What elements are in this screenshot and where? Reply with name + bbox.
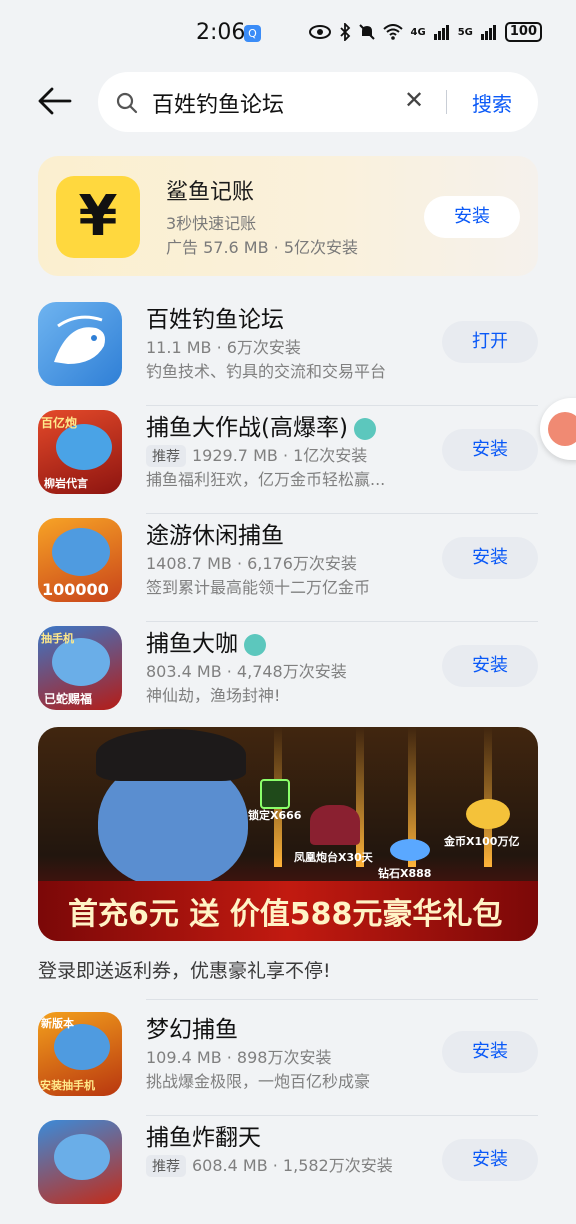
app-description: 神仙劫，渔场封神! [146,686,281,705]
icon-caption: 安装抽手机 [40,1079,95,1092]
app-name: 捕鱼炸翻天 [146,1125,261,1151]
install-button[interactable]: 安装 [442,645,538,687]
yen-glyph: ¥ [78,184,118,249]
app-description: 挑战爆金极限，一炮百亿秒成豪 [146,1072,371,1091]
app-meta-text: 1929.7 MB · 1亿次安装 [192,446,368,465]
app-meta: 109.4 MB · 898万次安装 [146,1048,332,1067]
app-meta: 11.1 MB · 6万次安装 [146,338,301,357]
banner-caption: 登录即送返利券，优惠豪礼享不停! [38,960,331,982]
mute-icon [358,24,375,40]
cannon-icon [310,805,360,845]
ad-app-name: 鲨鱼记账 [166,180,255,205]
app-name: 捕鱼大作战(高爆率) [146,408,376,442]
reward-label: 钻石X888 [378,867,432,880]
eye-icon [308,25,331,39]
ad-card[interactable]: ¥ 鲨鱼记账 3秒快速记账 广告 57.6 MB · 5亿次安装 安装 [38,156,538,276]
bluetooth-icon [339,23,350,41]
app-description: 签到累计最高能领十二万亿金币 [146,578,371,597]
fish-game-icon: 100000 [38,518,122,602]
diamond-icon [390,839,430,861]
clock: 2:06 [196,20,246,45]
back-button[interactable] [36,86,76,118]
reward-label: 凤凰炮台X30天 [294,851,373,864]
network-4g-label: 4G [410,26,426,38]
shark-graphic [52,528,110,576]
clear-icon[interactable]: ✕ [404,86,424,114]
icon-caption: 百亿炮 [41,416,78,430]
reward-label: 金币X100万亿 [444,835,520,848]
promo-text: 首充6元 送 价值588元豪华礼包 [68,897,503,932]
open-button[interactable]: 打开 [442,321,538,363]
list-item[interactable]: 百姓钓鱼论坛 11.1 MB · 6万次安装 钓鱼技术、钓具的交流和交易平台 打… [38,298,538,406]
install-button[interactable]: 安装 [442,1139,538,1181]
icon-caption: 新版本 [41,1017,74,1030]
app-name: 途游休闲捕鱼 [146,523,284,549]
install-button[interactable]: 安装 [442,429,538,471]
target-icon [260,779,290,809]
icon-caption: 柳岩代言 [44,477,88,490]
signal-icon [433,25,449,40]
app-name: 百姓钓鱼论坛 [146,307,284,333]
assistant-icon [548,412,576,446]
coins-icon [466,799,510,829]
fish-game-icon: 抽手机 已蛇赐福 [38,626,122,710]
verified-badge-icon [244,633,266,656]
divider [146,999,538,1000]
recommend-tag: 推荐 [146,1155,186,1177]
divider [446,90,447,114]
install-button[interactable]: 安装 [442,1031,538,1073]
list-item[interactable]: 抽手机 已蛇赐福 捕鱼大咖 803.4 MB · 4,748万次安装 神仙劫，渔… [38,622,538,730]
search-input[interactable]: 百姓钓鱼论坛 [152,87,284,119]
app-meta: 推荐 608.4 MB · 1,582万次安装 [146,1152,393,1177]
fish-game-icon: 百亿炮 柳岩代言 [38,410,122,494]
yen-icon: ¥ [56,176,140,258]
app-description: 捕鱼福利狂欢，亿万金币轻松赢... [146,470,386,489]
app-meta: 1408.7 MB · 6,176万次安装 [146,554,357,573]
icon-caption: 100000 [42,580,109,599]
ad-tagline: 3秒快速记账 [166,214,257,233]
search-icon [116,92,138,114]
app-name-text: 捕鱼大咖 [146,631,238,657]
search-button[interactable]: 搜索 [472,88,512,117]
app-meta: 推荐 1929.7 MB · 1亿次安装 [146,442,367,467]
status-icons: 4G 5G 100 [308,22,542,42]
app-name: 捕鱼大咖 [146,624,266,658]
shark-graphic [54,1134,110,1180]
list-item[interactable]: 捕鱼炸翻天 推荐 608.4 MB · 1,582万次安装 安装 [38,1116,538,1224]
network-5g-label: 5G [457,26,473,38]
arrow-left-icon [38,87,72,115]
list-item[interactable]: 百亿炮 柳岩代言 捕鱼大作战(高爆率) 推荐 1929.7 MB · 1亿次安装 … [38,406,538,514]
search-notification-icon: Q [244,25,261,42]
list-item[interactable]: 100000 途游休闲捕鱼 1408.7 MB · 6,176万次安装 签到累计… [38,514,538,622]
list-item[interactable]: 新版本 安装抽手机 梦幻捕鱼 109.4 MB · 898万次安装 挑战爆金极限… [38,1008,538,1116]
icon-caption: 已蛇赐福 [44,692,93,706]
status-bar: 2:06 Q 4G 5G 100 [0,0,576,64]
floating-assistant-button[interactable] [540,398,576,460]
promo-banner[interactable]: 锁定X666 凤凰炮台X30天 钻石X888 金币X100万亿 首充6元 送 价… [38,727,538,941]
fish-game-icon [38,1120,122,1204]
reward-label: 锁定X666 [248,809,302,822]
app-name: 梦幻捕鱼 [146,1017,238,1043]
recommend-tag: 推荐 [146,445,186,467]
search-bar[interactable]: 百姓钓鱼论坛 ✕ 搜索 [98,72,538,132]
wifi-icon [382,24,403,40]
fish-icon [54,315,105,364]
app-meta: 803.4 MB · 4,748万次安装 [146,662,347,681]
ad-meta: 广告 57.6 MB · 5亿次安装 [166,238,359,257]
pirate-hat-image [96,729,246,781]
signal-icon [480,25,496,40]
icon-caption: 抽手机 [41,632,74,645]
fishing-forum-icon [38,302,122,386]
battery-indicator: 100 [504,22,542,42]
install-button[interactable]: 安装 [442,537,538,579]
verified-badge-icon [353,417,376,440]
app-name-text: 捕鱼大作战(高爆率) [146,415,348,441]
app-meta-text: 608.4 MB · 1,582万次安装 [192,1156,393,1175]
app-description: 钓鱼技术、钓具的交流和交易平台 [146,362,387,381]
install-button[interactable]: 安装 [424,196,520,238]
light-beam [356,727,364,867]
fish-game-icon: 新版本 安装抽手机 [38,1012,122,1096]
